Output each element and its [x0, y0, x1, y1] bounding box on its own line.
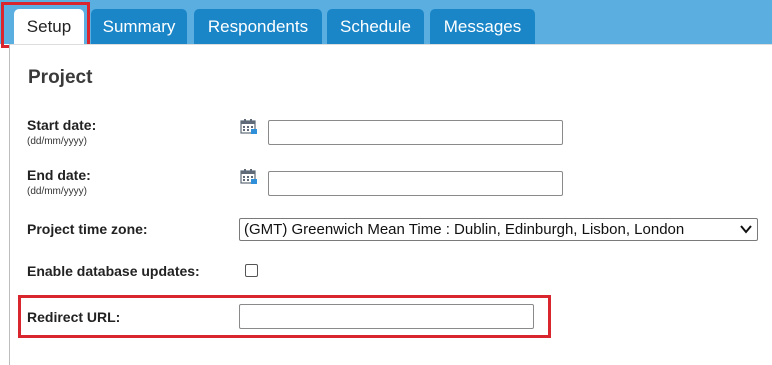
tab-messages[interactable]: Messages: [430, 9, 535, 44]
tab-summary[interactable]: Summary: [91, 9, 187, 44]
time-zone-select[interactable]: (GMT) Greenwich Mean Time : Dublin, Edin…: [239, 218, 758, 241]
end-date-label: End date:: [27, 167, 91, 183]
section-title: Project: [28, 67, 93, 88]
calendar-icon[interactable]: [240, 169, 258, 185]
chevron-down-icon: [740, 225, 752, 234]
tab-setup[interactable]: Setup: [14, 9, 84, 44]
start-date-label: Start date:: [27, 117, 97, 133]
end-date-format-hint: (dd/mm/yyyy): [27, 186, 87, 197]
end-date-input[interactable]: [268, 171, 563, 196]
start-date-format-hint: (dd/mm/yyyy): [27, 136, 87, 147]
db-updates-checkbox[interactable]: [245, 264, 258, 277]
time-zone-selected-value: (GMT) Greenwich Mean Time : Dublin, Edin…: [244, 221, 685, 238]
tab-schedule[interactable]: Schedule: [327, 9, 424, 44]
redirect-url-input[interactable]: [239, 304, 534, 329]
db-updates-label: Enable database updates:: [27, 263, 200, 279]
tab-respondents[interactable]: Respondents: [194, 9, 322, 44]
redirect-url-label: Redirect URL:: [27, 309, 121, 325]
start-date-input[interactable]: [268, 120, 563, 145]
time-zone-label: Project time zone:: [27, 221, 148, 237]
calendar-icon[interactable]: [240, 119, 258, 135]
